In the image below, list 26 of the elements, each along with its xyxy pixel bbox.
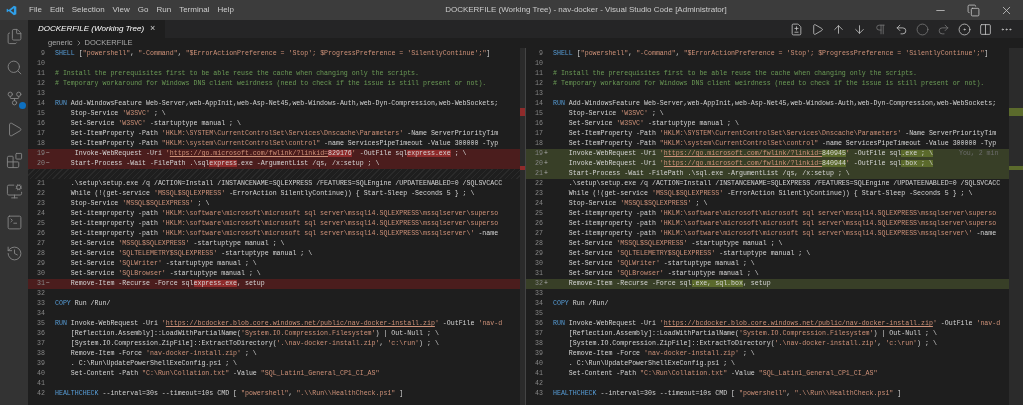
menu-item[interactable]: Go xyxy=(133,4,153,16)
source-control-icon[interactable] xyxy=(5,90,23,107)
terminal-icon[interactable] xyxy=(5,214,23,231)
play-icon[interactable] xyxy=(811,22,824,36)
menu-item[interactable]: Terminal xyxy=(175,4,214,16)
undo-icon[interactable] xyxy=(895,22,908,36)
search-icon[interactable] xyxy=(5,59,23,76)
extensions-icon[interactable] xyxy=(5,152,23,169)
arrow-down-icon[interactable] xyxy=(853,22,866,36)
menu-item[interactable]: View xyxy=(108,4,134,16)
window-title: DOCKERFILE (Working Tree) - nav-docker - Visual Studio Code [Administrator] xyxy=(445,4,727,16)
restore-icon[interactable] xyxy=(967,3,980,17)
menu-item[interactable]: Selection xyxy=(67,4,109,16)
history-icon[interactable] xyxy=(5,245,23,262)
file-diff-icon[interactable] xyxy=(790,22,803,36)
files-icon[interactable] xyxy=(5,28,23,45)
target-icon[interactable] xyxy=(958,22,971,36)
app-logo-icon xyxy=(6,4,17,16)
monitor-icon[interactable] xyxy=(5,183,23,200)
menu-item[interactable]: Run xyxy=(152,4,176,16)
editor-tab[interactable]: DOCKERFILE (Working Tree) × xyxy=(28,20,166,38)
arrow-up-icon[interactable] xyxy=(832,22,845,36)
split-editor-icon[interactable] xyxy=(979,22,992,36)
menu-item[interactable]: Edit xyxy=(45,4,68,16)
menu-item[interactable]: File xyxy=(25,4,46,16)
menu-item[interactable]: Help xyxy=(213,4,238,16)
